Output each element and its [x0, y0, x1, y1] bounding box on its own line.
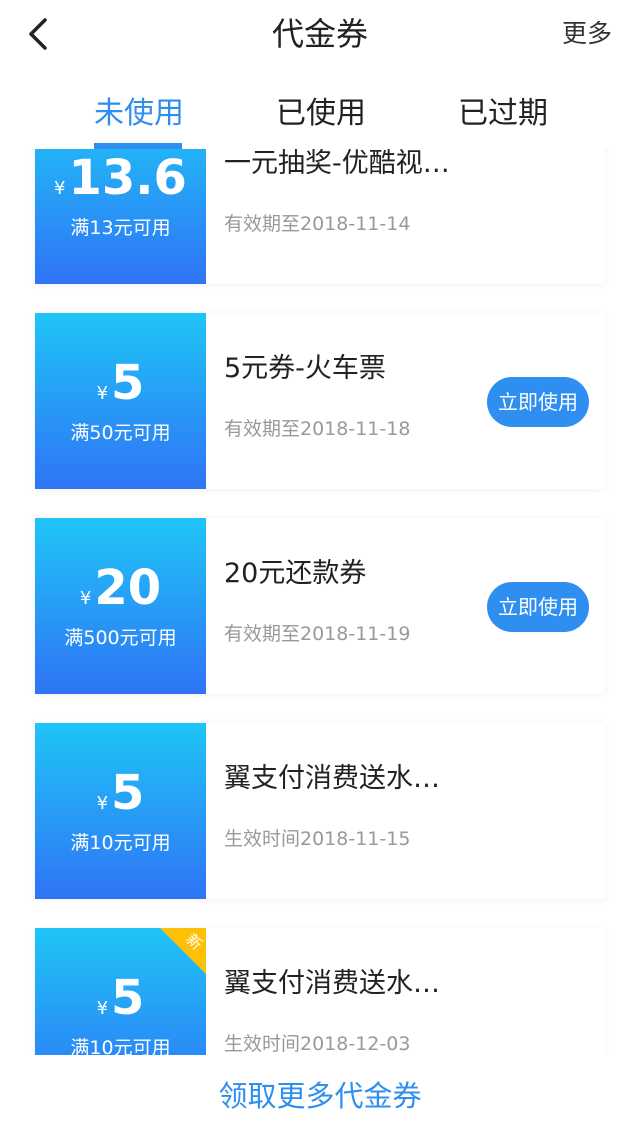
coupon-amount: 5 — [111, 355, 145, 411]
coupon-date: 生效时间2018-11-15 — [224, 828, 411, 850]
coupon-condition: 满10元可用 — [70, 1037, 171, 1055]
coupon-amount: 5 — [111, 765, 145, 821]
coupon-card[interactable]: ¥13.6 满13元可用 一元抽奖-优酷视… 有效期至2018-11-14 — [35, 149, 605, 284]
coupon-card[interactable]: ¥5 满10元可用 翼支付消费送水… 生效时间2018-11-15 — [35, 723, 605, 899]
coupon-date: 生效时间2018-12-03 — [224, 1033, 411, 1055]
nav-bar: 代金券 更多 — [0, 0, 640, 70]
coupon-card[interactable]: ¥20 满500元可用 20元还款券 有效期至2018-11-19 立即使用 — [35, 518, 605, 694]
coupon-name: 翼支付消费送水… — [224, 968, 440, 999]
currency-symbol: ¥ — [96, 998, 109, 1019]
coupon-name: 5元券-火车票 — [224, 353, 386, 384]
tab-used[interactable]: 已使用 — [276, 88, 366, 140]
currency-symbol: ¥ — [54, 178, 66, 199]
coupon-condition: 满500元可用 — [64, 627, 177, 649]
use-now-button[interactable]: 立即使用 — [487, 582, 589, 632]
tab-bar: 未使用 已使用 已过期 — [0, 88, 640, 148]
coupon-amount-panel: ¥5 满10元可用 — [35, 723, 206, 899]
get-more-coupons-link[interactable]: 领取更多代金券 — [0, 1074, 640, 1118]
currency-symbol: ¥ — [96, 383, 109, 404]
coupon-condition: 满13元可用 — [70, 217, 171, 239]
more-button[interactable]: 更多 — [562, 16, 612, 52]
coupon-card[interactable]: 新 ¥5 满10元可用 翼支付消费送水… 生效时间2018-12-03 — [35, 928, 605, 1055]
coupon-condition: 满10元可用 — [70, 832, 171, 854]
coupon-date: 有效期至2018-11-19 — [224, 623, 411, 645]
page-title: 代金券 — [271, 15, 368, 53]
coupon-card[interactable]: ¥5 满50元可用 5元券-火车票 有效期至2018-11-18 立即使用 — [35, 313, 605, 489]
coupon-amount: 20 — [94, 560, 162, 616]
coupon-amount-panel: ¥20 满500元可用 — [35, 518, 206, 694]
coupon-amount-panel: ¥5 满50元可用 — [35, 313, 206, 489]
tab-expired[interactable]: 已过期 — [458, 88, 548, 140]
coupon-date: 有效期至2018-11-18 — [224, 418, 411, 440]
tab-unused[interactable]: 未使用 — [94, 88, 184, 140]
coupon-condition: 满50元可用 — [70, 422, 171, 444]
coupon-amount-panel: ¥13.6 满13元可用 — [35, 149, 206, 284]
coupon-amount-panel: 新 ¥5 满10元可用 — [35, 928, 206, 1055]
coupon-amount: 13.6 — [68, 150, 187, 206]
coupon-date: 有效期至2018-11-14 — [224, 213, 411, 235]
coupon-amount: 5 — [111, 970, 145, 1026]
currency-symbol: ¥ — [96, 793, 109, 814]
use-now-button[interactable]: 立即使用 — [487, 377, 589, 427]
coupon-name: 翼支付消费送水… — [224, 763, 440, 794]
coupon-list[interactable]: ¥13.6 满13元可用 一元抽奖-优酷视… 有效期至2018-11-14 ¥5… — [0, 149, 640, 1055]
coupon-name: 一元抽奖-优酷视… — [224, 149, 450, 179]
currency-symbol: ¥ — [79, 588, 92, 609]
coupon-name: 20元还款券 — [224, 558, 367, 589]
